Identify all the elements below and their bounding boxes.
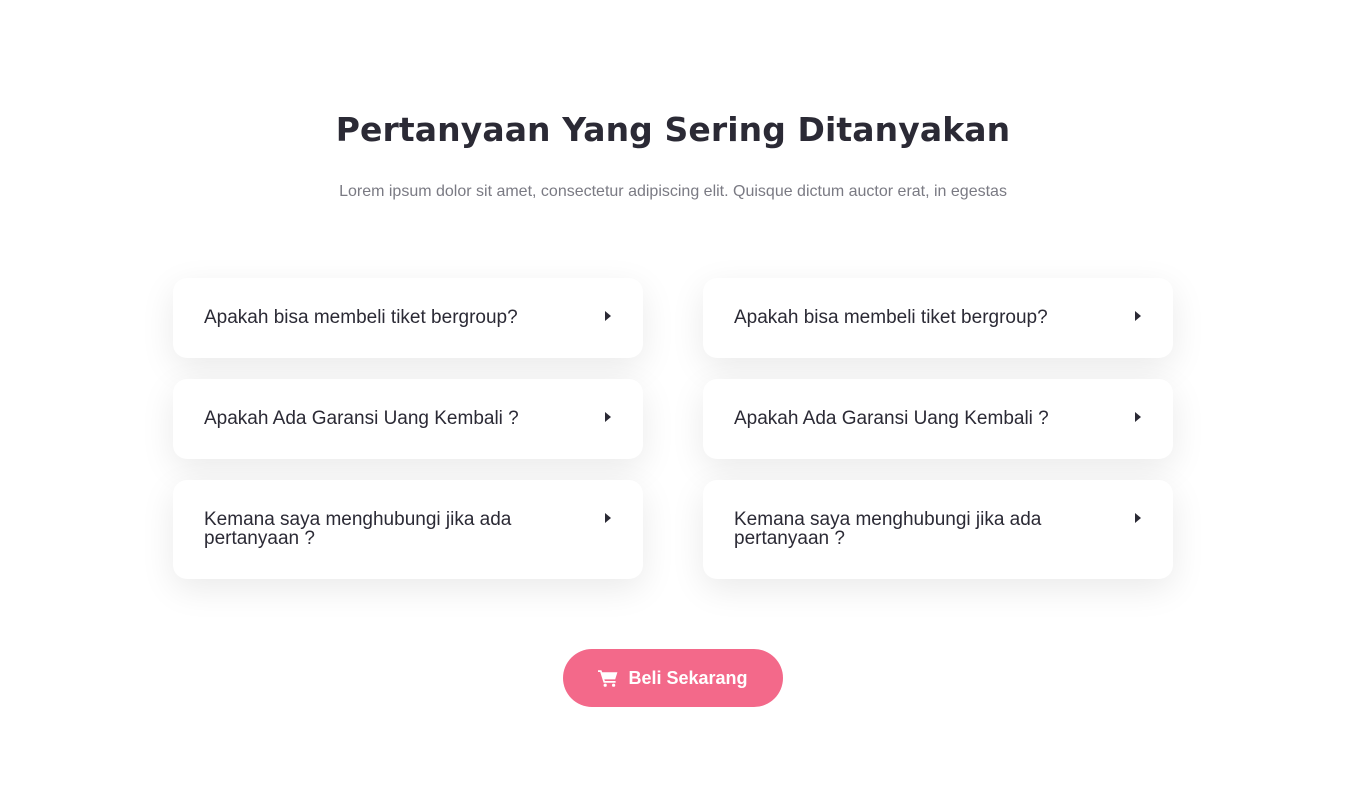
caret-right-icon: [1135, 513, 1141, 523]
caret-right-icon: [605, 513, 611, 523]
caret-right-icon: [605, 311, 611, 321]
faq-item[interactable]: Kemana saya menghubungi jika ada pertany…: [173, 480, 643, 579]
faq-question: Kemana saya menghubungi jika ada pertany…: [734, 509, 1042, 549]
caret-right-icon: [605, 412, 611, 422]
buy-now-label: Beli Sekarang: [628, 667, 748, 688]
faq-question: Kemana saya menghubungi jika ada pertany…: [204, 509, 512, 549]
faq-item[interactable]: Kemana saya menghubungi jika ada pertany…: [703, 480, 1173, 579]
faq-question: Apakah Ada Garansi Uang Kembali ?: [734, 408, 1049, 429]
caret-right-icon: [1135, 412, 1141, 422]
caret-right-icon: [1135, 311, 1141, 321]
faq-question: Apakah bisa membeli tiket bergroup?: [204, 307, 518, 328]
section-subtitle: Lorem ipsum dolor sit amet, consectetur …: [339, 183, 1007, 200]
faq-question: Apakah bisa membeli tiket bergroup?: [734, 307, 1048, 328]
shopping-cart-icon: [598, 670, 618, 687]
faq-item[interactable]: Apakah bisa membeli tiket bergroup?: [703, 278, 1173, 358]
faq-question: Apakah Ada Garansi Uang Kembali ?: [204, 408, 519, 429]
faq-item[interactable]: Apakah Ada Garansi Uang Kembali ?: [703, 379, 1173, 459]
section-title: Pertanyaan Yang Sering Ditanyakan: [335, 110, 1011, 149]
faq-item[interactable]: Apakah Ada Garansi Uang Kembali ?: [173, 379, 643, 459]
buy-now-button[interactable]: Beli Sekarang: [563, 649, 783, 707]
faq-item[interactable]: Apakah bisa membeli tiket bergroup?: [173, 278, 643, 358]
